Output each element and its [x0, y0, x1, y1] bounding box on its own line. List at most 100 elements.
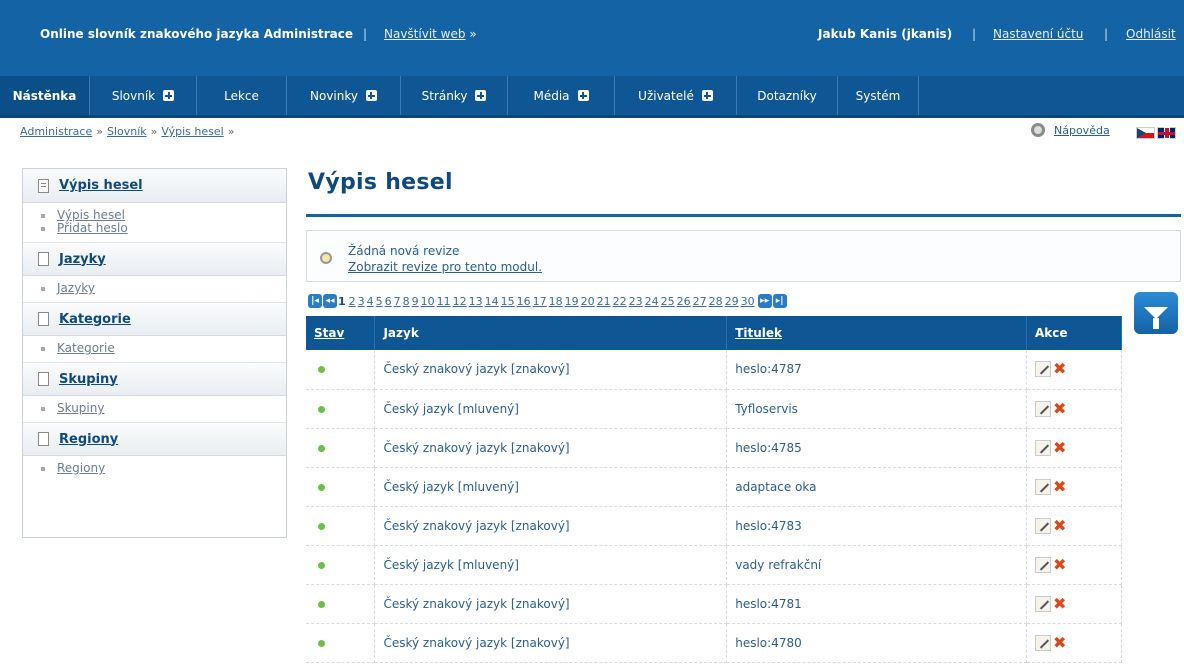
page-link[interactable]: 13	[469, 295, 483, 308]
last-page-icon[interactable]: ▸|	[772, 294, 787, 308]
language-link[interactable]: Český znakový jazyk [znakový]	[383, 519, 569, 533]
page-link[interactable]: 4	[367, 295, 374, 308]
delete-icon[interactable]: ✖	[1053, 400, 1066, 417]
language-link[interactable]: Český znakový jazyk [znakový]	[383, 362, 569, 376]
title-link[interactable]: heslo:4785	[735, 441, 802, 455]
nav-item-system[interactable]: Systém	[838, 76, 919, 115]
czech-flag-icon[interactable]	[1136, 127, 1155, 139]
language-link[interactable]: Český jazyk [mluvený]	[383, 558, 519, 572]
delete-icon[interactable]: ✖	[1053, 517, 1066, 534]
page-link[interactable]: 23	[629, 295, 643, 308]
page-link[interactable]: 14	[485, 295, 499, 308]
title-link[interactable]: heslo:4783	[735, 519, 802, 533]
sidebar-item-groups[interactable]: Skupiny	[57, 402, 104, 415]
plus-icon[interactable]	[365, 90, 377, 101]
breadcrumb-dictionary[interactable]: Slovník	[107, 125, 147, 138]
status-active-icon[interactable]	[318, 522, 325, 530]
page-link[interactable]: 11	[437, 295, 451, 308]
language-link[interactable]: Český znakový jazyk [znakový]	[383, 636, 569, 650]
status-active-icon[interactable]	[318, 483, 325, 491]
status-active-icon[interactable]	[318, 366, 325, 374]
page-link[interactable]: 2	[349, 295, 356, 308]
page-link[interactable]: 24	[645, 295, 659, 308]
sidebar-item-add-entry[interactable]: Přidat heslo	[57, 222, 128, 235]
nav-item-users[interactable]: Uživatelé	[615, 76, 737, 115]
delete-icon[interactable]: ✖	[1053, 439, 1066, 456]
sort-status-link[interactable]: Stav	[314, 326, 344, 340]
language-link[interactable]: Český jazyk [mluvený]	[383, 480, 519, 494]
sidebar-item-regions[interactable]: Regiony	[57, 462, 105, 475]
page-link[interactable]: 26	[677, 295, 691, 308]
help-link[interactable]: Nápověda	[1054, 124, 1110, 137]
show-revisions-link[interactable]: Zobrazit revize pro tento modul.	[348, 260, 542, 274]
delete-icon[interactable]: ✖	[1053, 478, 1066, 495]
status-active-icon[interactable]	[318, 639, 325, 647]
title-link[interactable]: heslo:4781	[735, 597, 802, 611]
page-link[interactable]: 18	[549, 295, 563, 308]
delete-icon[interactable]: ✖	[1053, 595, 1066, 612]
page-link[interactable]: 22	[613, 295, 627, 308]
edit-icon[interactable]	[1035, 634, 1052, 651]
nav-item-dictionary[interactable]: Slovník	[90, 76, 197, 115]
first-page-icon[interactable]: |◂	[308, 294, 322, 308]
language-link[interactable]: Český jazyk [mluvený]	[383, 402, 519, 416]
page-link[interactable]: 6	[385, 295, 392, 308]
edit-icon[interactable]	[1035, 478, 1052, 495]
sort-title-link[interactable]: Titulek	[735, 326, 782, 340]
page-link[interactable]: 12	[453, 295, 467, 308]
plus-icon[interactable]	[577, 90, 589, 101]
nav-item-news[interactable]: Novinky	[287, 76, 401, 115]
nav-item-questionnaires[interactable]: Dotazníky	[737, 76, 838, 115]
uk-flag-icon[interactable]	[1157, 127, 1176, 139]
title-link[interactable]: vady refrakční	[735, 558, 821, 572]
page-link[interactable]: 25	[661, 295, 675, 308]
nav-item-dashboard[interactable]: Nástěnka	[0, 76, 90, 115]
page-link[interactable]: 3	[358, 295, 365, 308]
page-link[interactable]: 16	[517, 295, 531, 308]
visit-web-link[interactable]: Navštívit web	[384, 27, 466, 41]
page-link[interactable]: 7	[394, 295, 401, 308]
page-link[interactable]: 28	[709, 295, 723, 308]
edit-icon[interactable]	[1035, 439, 1052, 456]
status-active-icon[interactable]	[318, 561, 325, 569]
plus-icon[interactable]	[701, 90, 713, 101]
sidebar-section-title[interactable]: Skupiny	[59, 372, 118, 387]
column-title[interactable]: Titulek	[726, 316, 1028, 350]
page-link[interactable]: 9	[412, 295, 419, 308]
sidebar-section-title[interactable]: Výpis hesel	[59, 178, 143, 193]
edit-icon[interactable]	[1035, 517, 1052, 534]
page-link[interactable]: 27	[693, 295, 707, 308]
edit-icon[interactable]	[1035, 400, 1052, 417]
page-link[interactable]: 8	[403, 295, 410, 308]
status-active-icon[interactable]	[318, 600, 325, 608]
delete-icon[interactable]: ✖	[1053, 634, 1066, 651]
page-link[interactable]: 21	[597, 295, 611, 308]
page-link[interactable]: 10	[421, 295, 435, 308]
sidebar-item-languages[interactable]: Jazyky	[57, 282, 95, 295]
page-link[interactable]: 19	[565, 295, 579, 308]
sidebar-section-title[interactable]: Regiony	[59, 432, 118, 447]
prev-page-icon[interactable]: ◂◂	[323, 294, 337, 308]
page-link[interactable]: 30	[741, 295, 755, 308]
title-link[interactable]: Tyfloservis	[735, 402, 798, 416]
page-link[interactable]: 29	[725, 295, 739, 308]
sidebar-section-title[interactable]: Jazyky	[59, 252, 106, 267]
title-link[interactable]: heslo:4780	[735, 636, 802, 650]
account-settings-link[interactable]: Nastavení účtu	[993, 27, 1083, 41]
edit-icon[interactable]	[1035, 361, 1052, 378]
column-status[interactable]: Stav	[306, 316, 376, 350]
title-link[interactable]: heslo:4787	[735, 362, 802, 376]
filter-button[interactable]	[1134, 292, 1178, 334]
title-link[interactable]: adaptace oka	[735, 480, 816, 494]
next-page-icon[interactable]: ▸▸	[757, 294, 772, 308]
plus-icon[interactable]	[163, 90, 175, 101]
delete-icon[interactable]: ✖	[1053, 361, 1066, 377]
nav-item-pages[interactable]: Stránky	[401, 76, 508, 115]
page-link[interactable]: 17	[533, 295, 547, 308]
language-link[interactable]: Český znakový jazyk [znakový]	[383, 441, 569, 455]
page-link[interactable]: 15	[501, 295, 515, 308]
nav-item-lessons[interactable]: Lekce	[197, 76, 287, 115]
plus-icon[interactable]	[475, 90, 487, 101]
delete-icon[interactable]: ✖	[1053, 556, 1066, 573]
sidebar-section-title[interactable]: Kategorie	[59, 312, 131, 327]
